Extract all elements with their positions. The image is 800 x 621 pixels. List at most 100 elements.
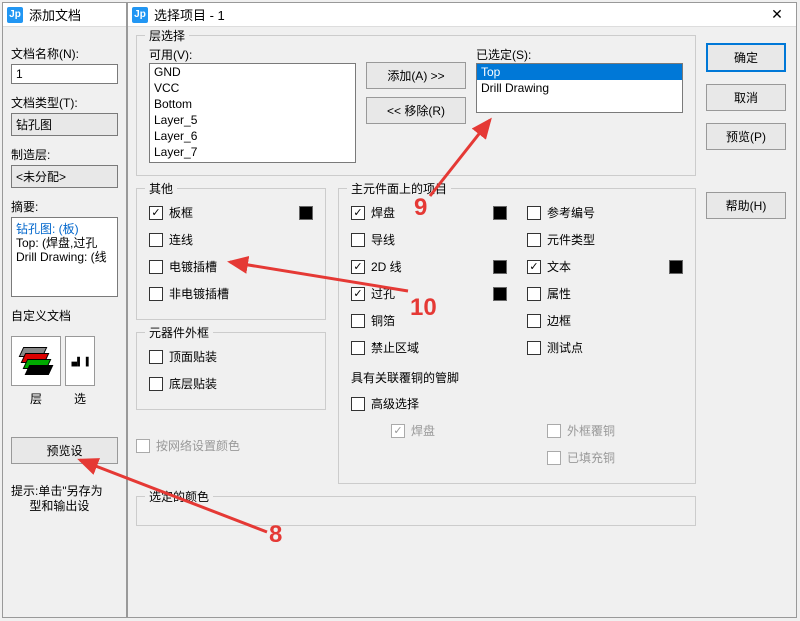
trace-checkbox[interactable]: [351, 233, 365, 247]
summary-line: 钻孔图: (板): [16, 222, 113, 236]
layer-select-group: 层选择 可用(V): GND VCC Bottom Layer_5 Layer_…: [136, 35, 696, 176]
close-icon[interactable]: ✕: [762, 3, 792, 27]
border-checkbox[interactable]: [527, 314, 541, 328]
pad-checkbox[interactable]: [351, 206, 365, 220]
mfg-layer-label: 制造层:: [11, 146, 118, 163]
available-listbox[interactable]: GND VCC Bottom Layer_5 Layer_6 Layer_7: [149, 63, 356, 163]
checkbox-label: 已填充铜: [567, 449, 615, 466]
checkbox-label: 文本: [547, 258, 571, 275]
list-item[interactable]: GND: [150, 64, 355, 80]
checkbox-label: 外框覆铜: [567, 422, 615, 439]
checkbox-label: 按网络设置颜色: [156, 437, 240, 454]
primary-legend: 主元件面上的项目: [347, 180, 451, 197]
nonplated-slot-checkbox[interactable]: [149, 287, 163, 301]
summary-label: 摘要:: [11, 198, 118, 215]
preview-settings-button[interactable]: 预览设: [11, 437, 118, 464]
add-button[interactable]: 添加(A) >>: [366, 62, 466, 89]
doc-type-select[interactable]: 钻孔图: [11, 113, 118, 136]
selected-label: 已选定(S):: [476, 48, 531, 62]
checkbox-label: 元件类型: [547, 231, 595, 248]
checkbox-label: 焊盘: [411, 422, 435, 439]
icon-label-layer: 层: [11, 390, 61, 407]
list-item[interactable]: Layer_5: [150, 112, 355, 128]
available-label: 可用(V):: [149, 48, 192, 62]
adv-filled-copper-checkbox: [547, 451, 561, 465]
add-document-window: Jp 添加文档 文档名称(N): 文档类型(T): 钻孔图 制造层: <未分配>…: [2, 2, 127, 618]
connection-checkbox[interactable]: [149, 233, 163, 247]
copper-checkbox[interactable]: [351, 314, 365, 328]
color-swatch[interactable]: [493, 206, 507, 220]
titlebar: Jp 选择项目 - 1 ✕: [128, 3, 796, 27]
bottom-mount-checkbox[interactable]: [149, 377, 163, 391]
checkbox-label: 板框: [169, 204, 193, 221]
checkbox-label: 连线: [169, 231, 193, 248]
plated-slot-checkbox[interactable]: [149, 260, 163, 274]
remove-button[interactable]: << 移除(R): [366, 97, 466, 124]
list-item[interactable]: Drill Drawing: [477, 80, 682, 96]
window-title: 选择项目 - 1: [154, 5, 762, 24]
window-title: 添加文档: [29, 5, 122, 24]
attribute-checkbox[interactable]: [527, 287, 541, 301]
summary-line: Drill Drawing: (线: [16, 250, 113, 264]
color-swatch[interactable]: [493, 287, 507, 301]
list-item[interactable]: Bottom: [150, 96, 355, 112]
checkbox-label: 边框: [547, 312, 571, 329]
sel-icon-button[interactable]: ▄▌▐: [65, 336, 95, 386]
selected-color-legend: 选定的颜色: [145, 488, 213, 505]
color-swatch[interactable]: [299, 206, 313, 220]
other-group: 其他 板框 连线 电镀插槽 非电镀插槽: [136, 188, 326, 320]
mfg-layer-select[interactable]: <未分配>: [11, 165, 118, 188]
custom-doc-label: 自定义文档: [11, 307, 118, 324]
app-icon: Jp: [132, 7, 148, 23]
refdes-checkbox[interactable]: [527, 206, 541, 220]
checkbox-label: 2D 线: [371, 258, 402, 275]
checkbox-label: 非电镀插槽: [169, 285, 229, 302]
selected-color-group: 选定的颜色: [136, 496, 696, 526]
assoc-copper-legend: 具有关联覆铜的管脚: [351, 369, 683, 386]
testpoint-checkbox[interactable]: [527, 341, 541, 355]
doc-name-label: 文档名称(N):: [11, 45, 118, 62]
board-frame-checkbox[interactable]: [149, 206, 163, 220]
color-swatch[interactable]: [493, 260, 507, 274]
adv-pad-checkbox: [391, 424, 405, 438]
outline-group: 元器件外框 顶面贴装 底层贴装: [136, 332, 326, 410]
list-item[interactable]: Layer_6: [150, 128, 355, 144]
icon-label-sel: 选: [65, 390, 95, 407]
checkbox-label: 属性: [547, 285, 571, 302]
list-item[interactable]: Top: [477, 64, 682, 80]
titlebar: Jp 添加文档: [3, 3, 126, 27]
checkbox-label: 导线: [371, 231, 395, 248]
comptype-checkbox[interactable]: [527, 233, 541, 247]
adv-outline-copper-checkbox: [547, 424, 561, 438]
checkbox-label: 禁止区域: [371, 339, 419, 356]
line2d-checkbox[interactable]: [351, 260, 365, 274]
checkbox-label: 顶面贴装: [169, 348, 217, 365]
checkbox-label: 底层贴装: [169, 375, 217, 392]
checkbox-label: 焊盘: [371, 204, 395, 221]
summary-box: 钻孔图: (板) Top: (焊盘,过孔 Drill Drawing: (线: [11, 217, 118, 297]
layer-icon-button[interactable]: [11, 336, 61, 386]
checkbox-label: 过孔: [371, 285, 395, 302]
via-checkbox[interactable]: [351, 287, 365, 301]
top-mount-checkbox[interactable]: [149, 350, 163, 364]
doc-name-input[interactable]: [11, 64, 118, 84]
advanced-sel-checkbox[interactable]: [351, 397, 365, 411]
app-icon: Jp: [7, 7, 23, 23]
layer-select-legend: 层选择: [145, 27, 189, 44]
primary-group: 主元件面上的项目 焊盘 导线 2D 线 过孔 铜箔 禁止区域 参考编号 元件: [338, 188, 696, 484]
selected-listbox[interactable]: Top Drill Drawing: [476, 63, 683, 113]
outline-legend: 元器件外框: [145, 324, 213, 341]
checkbox-label: 参考编号: [547, 204, 595, 221]
checkbox-label: 电镀插槽: [169, 258, 217, 275]
keepout-checkbox[interactable]: [351, 341, 365, 355]
checkbox-label: 铜箔: [371, 312, 395, 329]
bynet-color-checkbox: [136, 439, 150, 453]
list-item[interactable]: VCC: [150, 80, 355, 96]
summary-line: Top: (焊盘,过孔: [16, 236, 113, 250]
color-swatch[interactable]: [669, 260, 683, 274]
text-checkbox[interactable]: [527, 260, 541, 274]
list-item[interactable]: Layer_7: [150, 144, 355, 160]
checkbox-label: 高级选择: [371, 395, 419, 412]
checkbox-label: 测试点: [547, 339, 583, 356]
doc-type-label: 文档类型(T):: [11, 94, 118, 111]
